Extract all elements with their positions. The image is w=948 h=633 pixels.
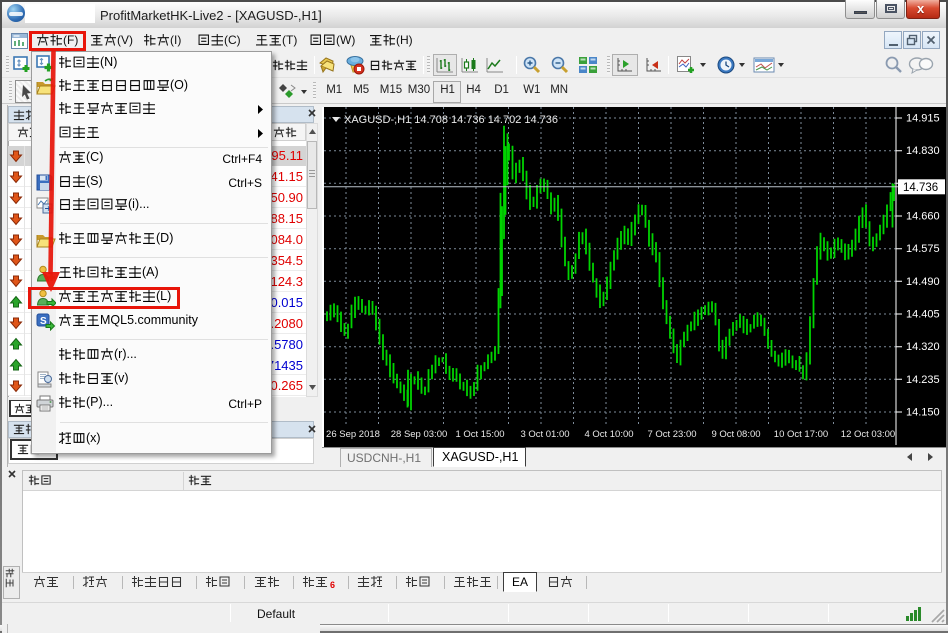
svg-text:14.150: 14.150 (906, 407, 940, 419)
svg-text:4 Oct 10:00: 4 Oct 10:00 (584, 429, 633, 440)
svg-text:12 Oct 03:00: 12 Oct 03:00 (841, 429, 895, 440)
svg-text:14.915: 14.915 (906, 113, 940, 125)
svg-text:14.235: 14.235 (906, 374, 940, 386)
svg-text:26 Sep 2018: 26 Sep 2018 (326, 429, 380, 440)
svg-text:14.320: 14.320 (906, 341, 940, 353)
svg-text:10 Oct 17:00: 10 Oct 17:00 (774, 429, 828, 440)
svg-text:3 Oct 01:00: 3 Oct 01:00 (520, 429, 569, 440)
svg-text:14.660: 14.660 (906, 211, 940, 223)
svg-text:14.575: 14.575 (906, 243, 940, 255)
svg-text:9 Oct 08:00: 9 Oct 08:00 (711, 429, 760, 440)
svg-text:14.490: 14.490 (906, 276, 940, 288)
svg-text:14.405: 14.405 (906, 309, 940, 321)
svg-text:14.830: 14.830 (906, 145, 940, 157)
svg-text:7 Oct 23:00: 7 Oct 23:00 (647, 429, 696, 440)
svg-text:XAGUSD-,H1 14.708 14.736 14.7: XAGUSD-,H1 14.708 14.736 14.702 14.736 (344, 114, 558, 126)
svg-text:28 Sep 03:00: 28 Sep 03:00 (391, 429, 448, 440)
svg-text:14.736: 14.736 (903, 182, 938, 194)
svg-text:1 Oct 15:00: 1 Oct 15:00 (455, 429, 504, 440)
